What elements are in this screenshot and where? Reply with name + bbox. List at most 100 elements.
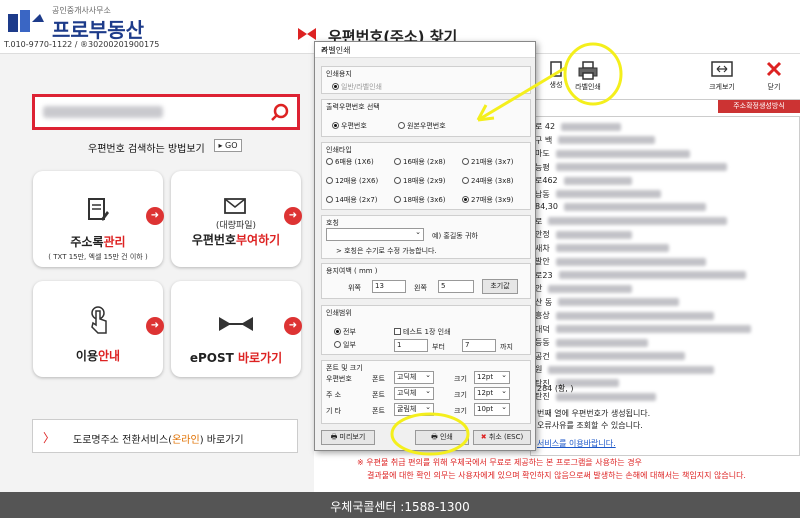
list-row[interactable]: 마도 <box>535 148 690 159</box>
note-link[interactable]: 서비스를 이용바랍니다. <box>537 438 616 449</box>
list-row-blur <box>555 325 751 333</box>
label-print-dialog: 라벨인쇄 ✕ 인쇄용지 일반/라벨인쇄 출력우편번호 선택 우편번호 원본우편번… <box>314 41 536 451</box>
road-address-label: 도로명주소 전환서비스(온라인) 바로가기 <box>73 431 244 446</box>
search-input[interactable] <box>32 94 300 130</box>
preview-button[interactable]: 🖶 미리보기 <box>321 430 375 445</box>
tile-title-a: 우편번호 <box>191 233 236 247</box>
type-18b-radio[interactable]: 18매용 (3x6) <box>394 195 446 205</box>
epost-logo-icon <box>219 317 253 331</box>
type-16-radio[interactable]: 16매용 (2x8) <box>394 157 446 167</box>
tile-title-b: 바로가기 <box>237 351 283 365</box>
size-select[interactable]: 10pt <box>474 402 510 416</box>
print-range-group: 인쇄범위 전부 일부 테스트 1장 인쇄 1 부터 7 까지 <box>321 305 531 355</box>
type-24-radio[interactable]: 24매용 (3x8) <box>462 176 514 186</box>
list-row[interactable]: 등동 <box>535 337 648 348</box>
test-print-box[interactable] <box>394 328 401 335</box>
list-row-blur <box>555 311 714 320</box>
usage-guide-tile[interactable]: ➜ 이용안내 <box>33 281 164 377</box>
paper-normal-label: 일반/라벨인쇄 <box>341 83 382 91</box>
range-from-input[interactable]: 1 <box>394 339 428 352</box>
margin-group: 용지여백 ( mm ) 위쪽 13 왼쪽 5 초기값 <box>321 263 531 299</box>
range-part-radio[interactable]: 일부 <box>334 340 356 350</box>
font-label: 폰트 <box>372 375 385 383</box>
road-address-service-link[interactable]: 〉 도로명주소 전환서비스(온라인) 바로가기 <box>32 419 298 453</box>
type-18a-radio[interactable]: 18매용 (2x9) <box>394 176 446 186</box>
print-button[interactable]: 🖶 인쇄 <box>415 430 469 445</box>
list-row[interactable]: 로 <box>535 216 728 227</box>
list-row[interactable]: 능평 <box>535 162 727 173</box>
list-row-blur <box>555 257 706 266</box>
font-select[interactable]: 굴림체 <box>394 402 434 416</box>
title-select[interactable] <box>326 227 424 241</box>
list-row[interactable]: 남동 <box>535 189 661 200</box>
size-select[interactable]: 12pt <box>474 370 510 384</box>
list-row[interactable]: 발안 <box>535 256 706 267</box>
arrow-right-icon: ➜ <box>146 207 164 225</box>
type-27-radio[interactable]: 27매용 (3x9) <box>462 195 514 205</box>
test-print-checkbox[interactable]: 테스트 1장 인쇄 <box>394 327 451 337</box>
reset-margin-button[interactable]: 초기값 <box>482 279 518 294</box>
list-row[interactable]: 공건 <box>535 351 685 362</box>
list-row-text: 안정 <box>535 230 550 239</box>
epost-tile[interactable]: ➜ ePOST 바로가기 <box>171 281 302 377</box>
list-row[interactable]: 안정 <box>535 229 632 240</box>
list-row-blur <box>558 136 656 144</box>
font-row-name: 우편번호 <box>326 375 352 383</box>
how-to-search-link[interactable]: 우편번호 검색하는 방법보기 <box>88 140 205 155</box>
list-row[interactable]: 안 <box>535 283 633 294</box>
original-zipcode-radio[interactable]: 원본우편번호 <box>398 121 446 131</box>
size-select[interactable]: 12pt <box>474 386 510 400</box>
list-row-text: 원 <box>535 365 543 374</box>
close-button[interactable]: 닫기 <box>754 60 794 92</box>
dialog-close-icon[interactable]: ✕ <box>321 45 531 54</box>
list-row[interactable]: 대덕 <box>535 324 751 335</box>
result-line: 284 (황, ) <box>537 384 574 393</box>
address-book-tile[interactable]: ➜ 주소록관리 ( TXT 15만, 엑셀 15만 건 이하 ) <box>33 171 164 267</box>
margin-left-input[interactable]: 5 <box>438 280 474 293</box>
close-label: 닫기 <box>767 83 781 91</box>
list-row[interactable]: 산 동 <box>535 297 680 308</box>
type-12-radio[interactable]: 12매용 (2X6) <box>326 176 378 186</box>
zoom-button[interactable]: 크게보기 <box>702 60 742 92</box>
preview-label: 미리보기 <box>339 433 366 441</box>
type-12-label: 12매용 (2X6) <box>335 177 379 185</box>
list-row-text: 새차 <box>535 243 550 253</box>
font-select[interactable]: 고딕체 <box>394 386 434 400</box>
type-6-radio[interactable]: 6매용 (1X6) <box>326 157 374 167</box>
list-row-blur <box>548 365 715 374</box>
zipcode-radio[interactable]: 우편번호 <box>332 121 367 131</box>
list-row[interactable]: 로 42 <box>535 121 622 132</box>
list-row[interactable]: 84,30 <box>535 202 706 211</box>
list-row[interactable]: 흥상 <box>535 310 714 321</box>
hand-tap-icon <box>91 306 107 334</box>
list-row-text: 대덕 <box>535 324 550 334</box>
size-label: 크기 <box>454 375 467 383</box>
font-select[interactable]: 고딕체 <box>394 370 434 384</box>
margin-top-input[interactable]: 13 <box>372 280 406 293</box>
go-button[interactable]: ▸ GO <box>214 139 242 152</box>
font-label: 폰트 <box>372 407 385 415</box>
list-row-blur <box>555 149 690 158</box>
type-18b-label: 18매용 (3x6) <box>403 196 446 204</box>
cancel-button[interactable]: ✖ 취소 (ESC) <box>473 430 531 445</box>
chevron-right-icon: 〉 <box>43 431 56 445</box>
list-row[interactable]: 구 백 <box>535 135 656 146</box>
paper-normal-radio[interactable]: 일반/라벨인쇄 <box>332 82 382 92</box>
range-to-input[interactable]: 7 <box>462 339 496 352</box>
type-21-radio[interactable]: 21매용 (3x7) <box>462 157 514 167</box>
zipcode-radio-label: 우편번호 <box>341 122 367 130</box>
list-row-text: 등동 <box>535 338 550 347</box>
list-row[interactable]: 원 <box>535 364 715 375</box>
tile-title: ePOST 바로가기 <box>171 349 301 366</box>
list-row[interactable]: 로462 <box>535 175 632 186</box>
list-row[interactable]: 새차 <box>535 243 669 254</box>
list-row[interactable]: 로23 <box>535 270 746 281</box>
label-print-button[interactable]: 라벨인쇄 <box>568 60 608 92</box>
bulk-zipcode-tile[interactable]: ➜ (대량파일) 우편번호부여하기 <box>171 171 302 267</box>
search-icon[interactable] <box>269 102 291 124</box>
address-method-tab[interactable]: 주소확정생성방식 <box>718 100 800 113</box>
type-14-radio[interactable]: 14매용 (2x7) <box>326 195 378 205</box>
zipcode-select-title: 출력우편번호 선택 <box>326 103 380 111</box>
result-list[interactable]: 로 42 구 백마도능평로462 남동 84,30 로안정새차발안로23 안산 동흥상대덕… <box>530 116 800 456</box>
range-all-radio[interactable]: 전부 <box>334 327 356 337</box>
